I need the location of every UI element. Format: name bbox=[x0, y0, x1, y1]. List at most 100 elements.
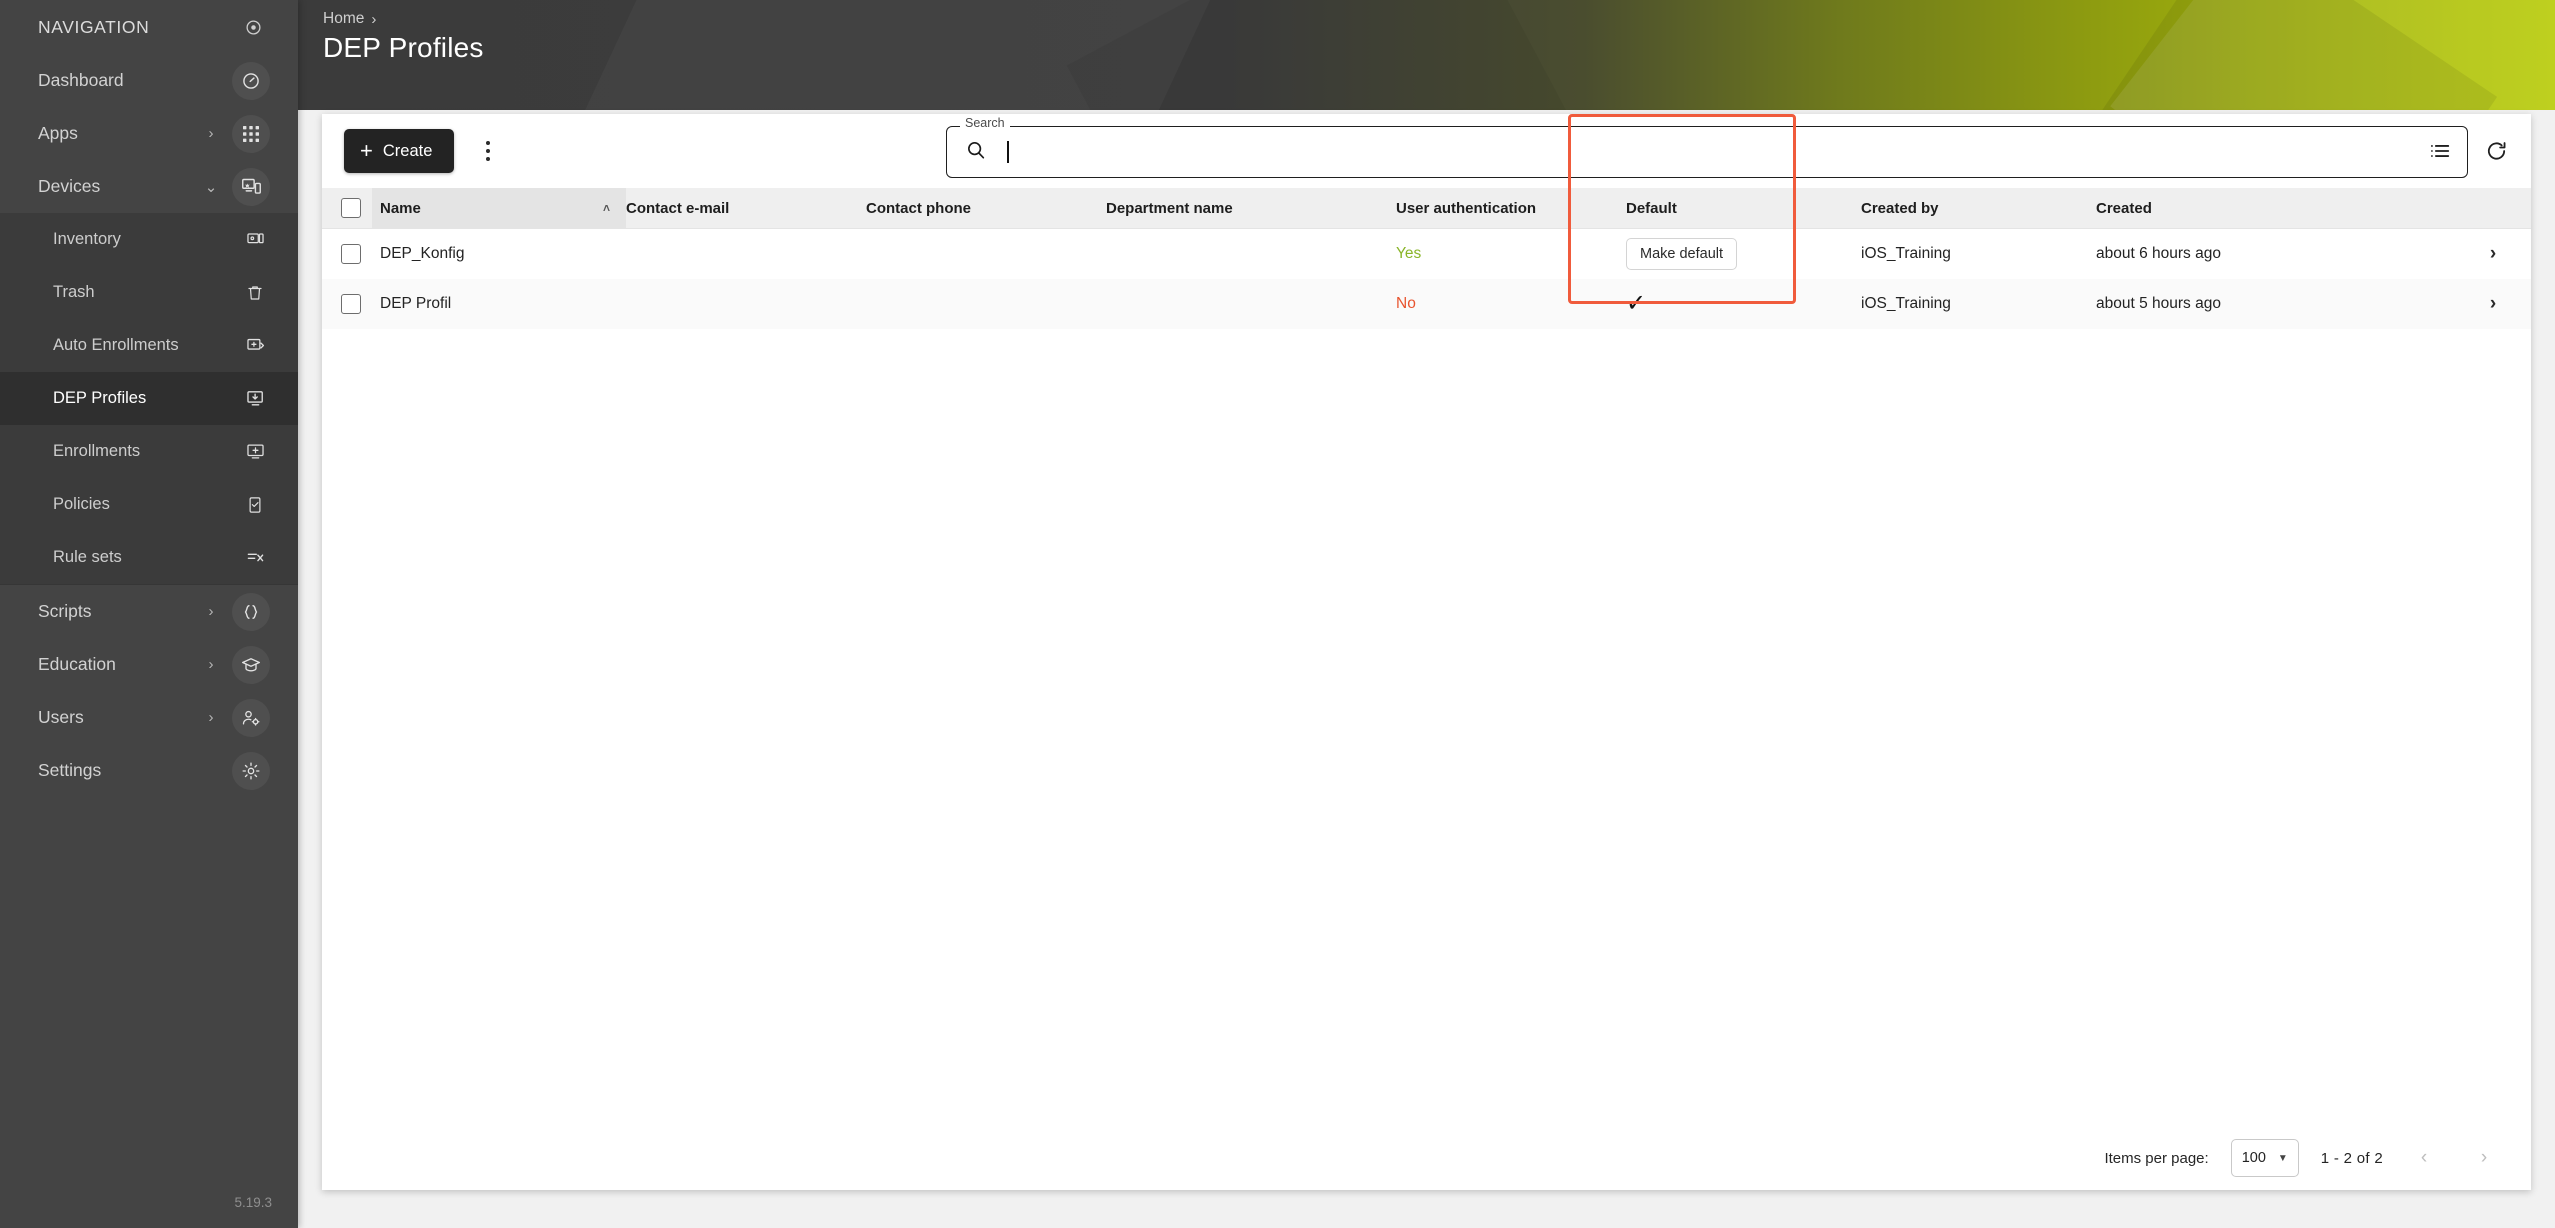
cell-contact-phone bbox=[866, 229, 1106, 279]
page-title: DEP Profiles bbox=[323, 32, 484, 63]
column-header-department-name[interactable]: Department name bbox=[1106, 188, 1396, 228]
sidebar-item-dep-profiles[interactable]: DEP Profiles bbox=[0, 372, 298, 425]
sidebar-item-enrollments[interactable]: Enrollments bbox=[0, 425, 298, 478]
select-all-checkbox[interactable] bbox=[341, 198, 361, 218]
column-header-created-by[interactable]: Created by bbox=[1861, 188, 2096, 228]
row-detail-chevron-icon[interactable]: › bbox=[2455, 229, 2531, 279]
search-input[interactable] bbox=[1026, 127, 2451, 177]
column-header-spacer bbox=[2455, 188, 2531, 228]
search-label: Search bbox=[960, 117, 1010, 130]
enrollments-icon bbox=[240, 437, 270, 467]
column-header-default[interactable]: Default bbox=[1626, 188, 1861, 228]
chevron-right-icon: › bbox=[208, 125, 214, 142]
sidebar-item-education[interactable]: Education › bbox=[0, 638, 298, 691]
sidebar-item-users[interactable]: Users › bbox=[0, 691, 298, 744]
breadcrumb-separator-icon: › bbox=[371, 10, 377, 28]
search-field: Search bbox=[946, 117, 2468, 178]
sidebar-item-policies[interactable]: Policies bbox=[0, 478, 298, 531]
sidebar-item-dashboard[interactable]: Dashboard bbox=[0, 54, 298, 107]
cell-default: ✓ bbox=[1626, 279, 1861, 329]
row-checkbox[interactable] bbox=[341, 244, 361, 264]
chevron-down-icon: ▼ bbox=[2277, 1152, 2288, 1164]
toolbar-actions bbox=[2425, 114, 2511, 188]
plus-icon: + bbox=[360, 138, 373, 163]
list-columns-icon[interactable] bbox=[2425, 136, 2455, 166]
sort-asc-icon: ˄ bbox=[602, 201, 610, 215]
sidebar-item-apps[interactable]: Apps › bbox=[0, 107, 298, 160]
next-page-button[interactable]: › bbox=[2465, 1139, 2503, 1177]
target-icon[interactable] bbox=[242, 16, 264, 38]
make-default-button[interactable]: Make default bbox=[1626, 238, 1738, 270]
sidebar-item-settings[interactable]: Settings bbox=[0, 744, 298, 797]
table-toolbar: + Create Search bbox=[322, 114, 2531, 188]
sidebar-item-label: Policies bbox=[53, 495, 110, 513]
column-header-contact-phone[interactable]: Contact phone bbox=[866, 188, 1106, 228]
column-header-name[interactable]: Name ˄ bbox=[372, 188, 626, 228]
cell-created-by: iOS_Training bbox=[1861, 295, 1951, 312]
sidebar-item-label: Users bbox=[38, 707, 84, 727]
cell-created: about 5 hours ago bbox=[2096, 295, 2221, 312]
breadcrumb-home[interactable]: Home bbox=[323, 10, 364, 28]
create-button-label: Create bbox=[382, 141, 433, 160]
table-row[interactable]: DEP_Konfig Yes Make default iOS_Training… bbox=[322, 229, 2531, 279]
sidebar-item-inventory[interactable]: Inventory bbox=[0, 213, 298, 266]
sidebar-item-devices[interactable]: Devices ⌄ bbox=[0, 160, 298, 213]
chevron-right-icon: › bbox=[2489, 243, 2497, 264]
column-header-label: Name bbox=[380, 199, 421, 217]
sidebar-item-scripts[interactable]: Scripts › bbox=[0, 585, 298, 638]
page-range-label: 1 - 2 of 2 bbox=[2320, 1149, 2383, 1167]
column-header-label: Default bbox=[1626, 199, 1677, 217]
items-per-page-select[interactable]: 100 ▼ bbox=[2230, 1139, 2299, 1177]
trash-icon bbox=[240, 278, 270, 308]
sidebar-item-label: Trash bbox=[53, 283, 95, 301]
select-all-cell bbox=[322, 188, 372, 228]
sidebar: NAVIGATION Dashboard Apps › Devices ⌄ In… bbox=[0, 0, 298, 1228]
default-check-icon: ✓ bbox=[1626, 290, 1647, 317]
column-header-label: Created bbox=[2096, 199, 2152, 217]
paginator: Items per page: 100 ▼ 1 - 2 of 2 ‹ › bbox=[322, 1126, 2531, 1190]
app-version: 5.19.3 bbox=[234, 1195, 272, 1210]
kebab-menu-icon[interactable] bbox=[468, 131, 508, 171]
search-box[interactable] bbox=[946, 126, 2468, 178]
column-header-label: Department name bbox=[1106, 199, 1233, 217]
cell-contact-email bbox=[626, 279, 866, 329]
sidebar-item-auto-enrollments[interactable]: Auto Enrollments bbox=[0, 319, 298, 372]
cell-default: Make default bbox=[1626, 229, 1861, 279]
row-select-cell bbox=[322, 279, 372, 329]
braces-icon bbox=[232, 592, 270, 631]
chevron-down-icon: ⌄ bbox=[204, 178, 218, 196]
previous-page-button[interactable]: ‹ bbox=[2405, 1139, 2443, 1177]
refresh-icon[interactable] bbox=[2481, 136, 2511, 166]
column-header-label: Contact e-mail bbox=[626, 199, 730, 217]
content-card: + Create Search Name ˄ Contact e-mail Co… bbox=[322, 114, 2531, 1190]
cell-department-name bbox=[1106, 229, 1396, 279]
cell-created: about 6 hours ago bbox=[2096, 245, 2221, 262]
sidebar-item-label: Scripts bbox=[38, 601, 92, 621]
sidebar-title: NAVIGATION bbox=[38, 16, 150, 37]
apps-grid-icon bbox=[232, 114, 270, 153]
column-header-contact-email[interactable]: Contact e-mail bbox=[626, 188, 866, 228]
cell-user-authentication: No bbox=[1396, 295, 1416, 312]
column-header-created[interactable]: Created bbox=[2096, 188, 2455, 228]
auto-enrollments-icon bbox=[240, 331, 270, 361]
search-icon bbox=[965, 139, 987, 166]
items-per-page-value: 100 bbox=[2241, 1150, 2266, 1166]
table-row[interactable]: DEP Profil No ✓ iOS_Training about 5 hou… bbox=[322, 279, 2531, 329]
sidebar-item-label: DEP Profiles bbox=[53, 389, 147, 407]
create-button[interactable]: + Create bbox=[344, 129, 455, 173]
chevron-right-icon: › bbox=[208, 709, 214, 726]
chevron-right-icon: › bbox=[208, 603, 214, 620]
row-detail-chevron-icon[interactable]: › bbox=[2455, 279, 2531, 329]
sidebar-item-rule-sets[interactable]: Rule sets bbox=[0, 531, 298, 584]
text-cursor bbox=[1007, 141, 1009, 163]
items-per-page-label: Items per page: bbox=[2104, 1149, 2209, 1167]
sidebar-item-trash[interactable]: Trash bbox=[0, 266, 298, 319]
cell-name: DEP_Konfig bbox=[380, 245, 465, 262]
sidebar-item-label: Inventory bbox=[53, 230, 121, 248]
sidebar-item-label: Dashboard bbox=[38, 70, 124, 90]
cell-created-by: iOS_Training bbox=[1861, 245, 1951, 262]
chevron-right-icon: › bbox=[208, 656, 214, 673]
row-checkbox[interactable] bbox=[341, 294, 361, 314]
column-header-user-authentication[interactable]: User authentication bbox=[1396, 188, 1626, 228]
sidebar-group-devices: Inventory Trash Auto Enrollments DEP Pro… bbox=[0, 213, 298, 584]
